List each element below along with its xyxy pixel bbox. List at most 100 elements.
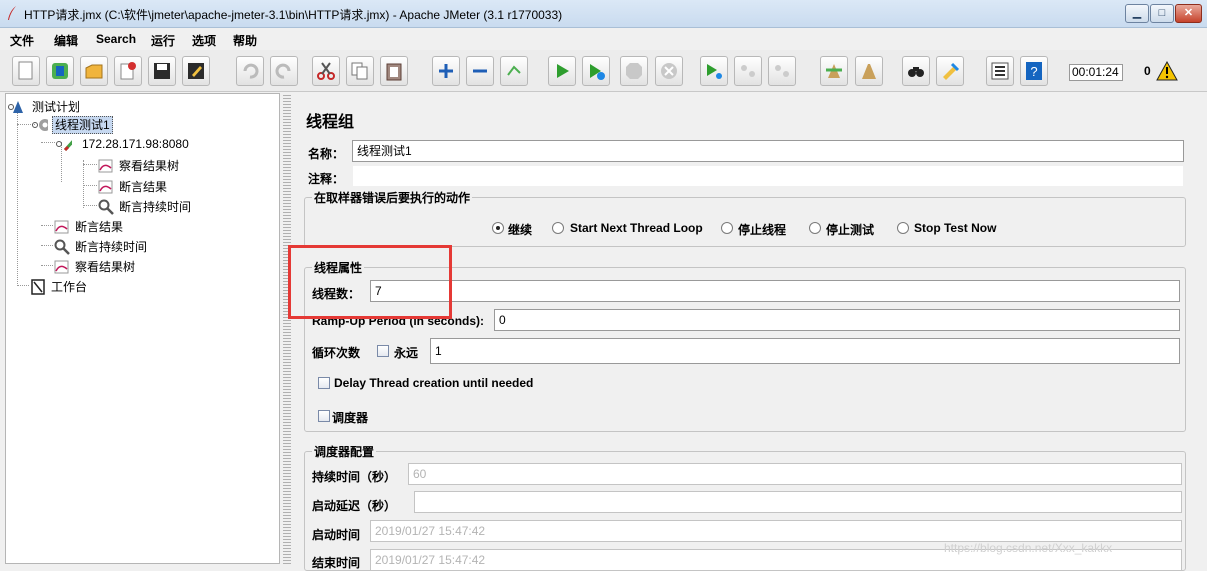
panel-title: 线程组 (306, 114, 355, 131)
menu-help[interactable]: 帮助 (233, 32, 257, 49)
http-sampler-icon (56, 140, 72, 152)
function-helper-button[interactable] (986, 56, 1014, 86)
menu-file[interactable]: 文件 (10, 32, 34, 49)
expand-icon (439, 64, 453, 78)
undo-button[interactable] (236, 56, 264, 86)
window-title: HTTP请求.jmx (C:\软件\jmeter\apache-jmeter-3… (24, 8, 563, 22)
stop-button[interactable] (620, 56, 648, 86)
save-button[interactable] (148, 56, 176, 86)
warning-icon[interactable] (1156, 61, 1178, 81)
reset-search-icon (943, 62, 960, 80)
help-icon: ? (1026, 62, 1042, 80)
radio-continue-label[interactable]: 继续 (508, 221, 532, 238)
templates-icon (52, 63, 68, 79)
scheduler-checkbox[interactable] (318, 410, 330, 422)
forever-checkbox[interactable] (377, 345, 389, 357)
new-button[interactable] (12, 56, 40, 86)
clear-button[interactable] (820, 56, 848, 86)
remote-start-all-button[interactable] (700, 56, 728, 86)
comment-field[interactable] (352, 165, 1184, 187)
radio-start-next-loop-label[interactable]: Start Next Thread Loop (570, 221, 703, 235)
watermark: https://blog.csdn.net/Xxx_kakkx (944, 541, 1113, 555)
collapse-all-button[interactable] (466, 56, 494, 86)
panel-splitter[interactable] (283, 93, 291, 564)
cut-icon (317, 62, 335, 80)
listener-icon (98, 180, 113, 194)
collapse-icon (473, 69, 487, 73)
remote-shutdown-all-button[interactable] (768, 56, 796, 86)
warning-count: 0 (1144, 64, 1151, 78)
radio-stop-test-now-label[interactable]: Stop Test Now (914, 221, 996, 235)
tree-node-label: 断言结果 (75, 220, 124, 234)
save-as-icon (188, 63, 204, 79)
radio-stop-test-label[interactable]: 停止测试 (826, 221, 874, 238)
title-bar: HTTP请求.jmx (C:\软件\jmeter\apache-jmeter-3… (0, 0, 1207, 28)
name-field[interactable]: 线程测试1 (352, 140, 1184, 162)
copy-icon (351, 62, 368, 80)
radio-continue[interactable] (492, 222, 504, 234)
name-label: 名称： (308, 147, 345, 161)
toolbar: ? 00:01:24 0 (0, 50, 1207, 92)
maximize-button[interactable]: □ (1150, 4, 1174, 23)
thread-group-panel: 线程组 名称： 线程测试1 注释： 在取样器错误后要执行的动作 继续 Start… (294, 93, 1207, 571)
redo-icon (275, 63, 291, 79)
comment-label: 注释： (308, 172, 345, 186)
close-file-button[interactable] (114, 56, 142, 86)
remote-shutdown-icon (775, 65, 789, 77)
reset-search-button[interactable] (936, 56, 964, 86)
radio-stop-test-now[interactable] (897, 222, 909, 234)
stop-icon (626, 63, 642, 79)
new-icon (18, 61, 33, 80)
test-plan-icon (8, 101, 23, 113)
error-action-title: 在取样器错误后要执行的动作 (312, 189, 473, 206)
start-time-field[interactable]: 2019/01/27 15:47:42 (370, 520, 1182, 542)
scheduler-config-title: 调度器配置 (312, 443, 377, 460)
clear-icon (826, 64, 842, 78)
close-window-button[interactable]: ✕ (1175, 4, 1202, 23)
delay-thread-label: Delay Thread creation until needed (334, 376, 534, 390)
startup-delay-field[interactable] (414, 491, 1182, 513)
tree-node-label: 断言结果 (119, 180, 168, 194)
menu-search[interactable]: Search (96, 32, 136, 46)
copy-button[interactable] (346, 56, 374, 86)
search-icon (908, 67, 924, 77)
rampup-field[interactable]: 0 (494, 309, 1180, 331)
start-button[interactable] (548, 56, 576, 86)
open-icon (85, 64, 103, 79)
start-no-pauses-button[interactable] (582, 56, 610, 86)
radio-start-next-loop[interactable] (552, 222, 564, 234)
delay-thread-checkbox[interactable] (318, 377, 330, 389)
duration-field[interactable]: 60 (408, 463, 1182, 485)
paste-icon (386, 63, 402, 81)
toggle-icon (507, 65, 521, 76)
templates-button[interactable] (46, 56, 74, 86)
remote-stop-all-button[interactable] (734, 56, 762, 86)
expand-all-button[interactable] (432, 56, 460, 86)
menu-bar: 文件 编辑 Search 运行 选项 帮助 (0, 28, 1207, 50)
menu-edit[interactable]: 编辑 (54, 32, 78, 49)
remote-stop-icon (741, 65, 755, 77)
toggle-button[interactable] (500, 56, 528, 86)
menu-run[interactable]: 运行 (151, 32, 175, 49)
minimize-button[interactable]: ▁ (1125, 4, 1149, 23)
startup-delay-label: 启动延迟（秒） (312, 499, 397, 513)
menu-options[interactable]: 选项 (192, 32, 216, 49)
redo-button[interactable] (270, 56, 298, 86)
duration-label: 持续时间（秒） (312, 470, 397, 484)
search-button[interactable] (902, 56, 930, 86)
radio-stop-thread-label[interactable]: 停止线程 (738, 221, 786, 238)
cut-button[interactable] (312, 56, 340, 86)
radio-stop-thread[interactable] (721, 222, 733, 234)
clear-all-button[interactable] (855, 56, 883, 86)
paste-button[interactable] (380, 56, 408, 86)
clear-all-icon (862, 64, 876, 79)
threads-field[interactable]: 7 (370, 280, 1180, 302)
open-button[interactable] (80, 56, 108, 86)
loop-count-field[interactable]: 1 (430, 338, 1180, 364)
assertion-icon (54, 239, 70, 255)
radio-stop-test[interactable] (809, 222, 821, 234)
start-time-label: 启动时间 (312, 528, 361, 542)
help-button[interactable]: ? (1020, 56, 1048, 86)
save-as-button[interactable] (182, 56, 210, 86)
shutdown-button[interactable] (655, 56, 683, 86)
